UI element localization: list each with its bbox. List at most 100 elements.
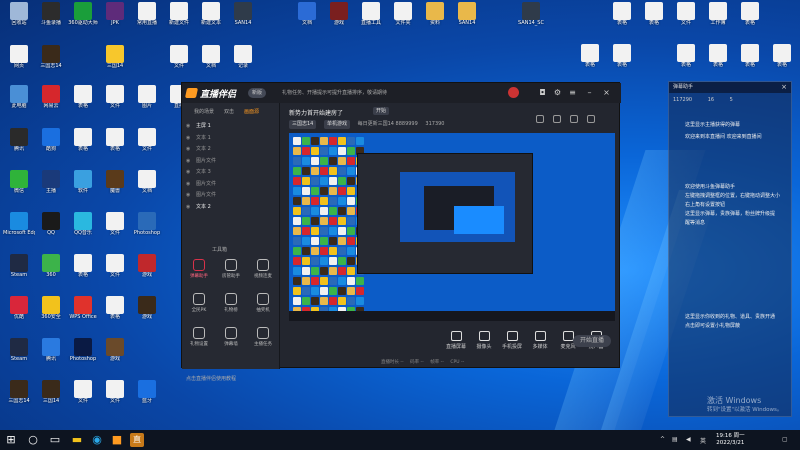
tool-item[interactable]: 弹幕助手 [184,259,214,287]
explorer-icon[interactable]: ▬ [70,433,84,447]
tool-item[interactable]: 视频连麦 [248,259,278,287]
scene-item[interactable]: ◉ 图片文件 [186,190,276,200]
desktop-icon[interactable]: Photoshop [67,338,99,372]
desktop-icon[interactable]: 360 [35,254,67,288]
tab-my-scenes[interactable]: 我的场景 [194,108,214,115]
tool-item[interactable]: 主播任务 [248,327,278,355]
avatar-icon[interactable] [508,87,519,98]
eye-icon[interactable]: ◉ [186,190,192,200]
desktop-icon[interactable]: 表格 [67,128,99,162]
app-icon[interactable]: ■ [110,433,124,447]
desktop-icon[interactable]: 文件 [99,380,131,414]
menu-icon[interactable]: ≡ [568,88,577,97]
tool-item[interactable]: 全民PK [184,293,214,321]
scene-item[interactable]: ◉ 文本 1 [186,133,276,143]
desktop-icon[interactable]: 记录 [227,45,259,79]
tool-item[interactable]: 礼物榜 [216,293,246,321]
language-indicator[interactable]: 英 [700,436,706,445]
scene-item[interactable]: ◉ 文本 3 [186,167,276,177]
desktop-icon[interactable]: 表格 [734,2,766,36]
scene-item[interactable]: ◉ 文本 2 [186,202,276,212]
desktop-icon[interactable]: 腾讯 [35,338,67,372]
desktop-icon[interactable]: 文件 [99,254,131,288]
desktop-icon[interactable]: 文件 [670,2,702,36]
desktop-icon[interactable]: 文件 [99,212,131,246]
task-view-icon[interactable]: ▭ [48,433,62,447]
tutorial-link[interactable]: 点击直播伴侣使用教程 [186,375,236,382]
desktop-icon[interactable]: 新建文件 [163,2,195,36]
start-live-button[interactable]: 开始直播 [573,335,611,347]
desktop-icon[interactable]: 360安全 [35,296,67,330]
version-badge[interactable]: 新版 [248,88,267,98]
desktop-icon[interactable]: 表格 [606,44,638,78]
desktop-icon[interactable]: 三国14 [35,380,67,414]
desktop-icon[interactable]: 网页 [3,45,35,79]
desktop-icon[interactable]: 三国志14 [35,45,67,79]
desktop-icon[interactable]: JPK [99,2,131,36]
desktop-icon[interactable]: 三国14 [99,45,131,79]
screen-icon[interactable] [553,115,561,123]
desktop-icon[interactable]: 表格 [670,44,702,78]
desktop-icon[interactable]: 360驱动大师 [67,2,99,36]
scene-item[interactable]: ◉ 图片文件 [186,156,276,166]
desktop-icon[interactable]: 文档 [291,2,323,36]
start-icon[interactable]: ⊞ [4,433,18,447]
source-control[interactable]: 多媒体 [525,331,555,350]
desktop-icon[interactable]: 游戏 [99,338,131,372]
desktop-icon[interactable]: Steam [3,338,35,372]
tool-item[interactable]: 弹幕墙 [216,327,246,355]
desktop-icon[interactable]: 工作簿 [702,2,734,36]
layout-icon[interactable] [570,115,578,123]
desktop-icon[interactable]: 游戏 [323,2,355,36]
desktop-icon[interactable]: Photoshop [131,212,163,246]
tool-item[interactable]: 抽奖机 [248,293,278,321]
desktop-icon[interactable]: SAN14 [451,2,483,36]
camera-icon[interactable] [536,115,544,123]
desktop-icon[interactable]: 表格 [99,296,131,330]
desktop-icon[interactable]: Microsoft Edge [3,212,35,246]
eye-icon[interactable]: ◉ [186,121,192,131]
desktop-icon[interactable]: 文件 [67,380,99,414]
desktop-icon[interactable]: Steam [3,254,35,288]
desktop-icon[interactable]: 文件 [99,85,131,119]
eye-icon[interactable]: ◉ [186,133,192,143]
desktop-icon[interactable]: 优酷 [3,296,35,330]
desktop-icon[interactable]: 表格 [99,128,131,162]
scene-item[interactable]: ◉ 文本 2 [186,144,276,154]
notification-icon[interactable]: ◘ [538,88,547,97]
settings-icon[interactable]: ⚙ [553,88,562,97]
desktop-icon[interactable]: 图片 [131,85,163,119]
desktop-icon[interactable]: 文件 [131,128,163,162]
desktop-icon[interactable]: 表格 [638,2,670,36]
desktop-icon[interactable]: 表格 [67,254,99,288]
desktop-icon[interactable]: 蓝牙 [131,380,163,414]
search-icon[interactable]: ○ [26,433,40,447]
stream-preview[interactable] [289,133,615,321]
eye-icon[interactable]: ◉ [186,202,192,212]
desktop-icon[interactable]: 文档 [131,170,163,204]
room-category[interactable]: 单机游戏 [323,120,350,129]
desktop-icon[interactable]: 文件 [163,45,195,79]
desktop-icon[interactable]: 三国志14 [3,380,35,414]
desktop-icon[interactable]: 常用直播 [131,2,163,36]
desktop-icon[interactable]: 斗鱼录播 [35,2,67,36]
desktop-icon[interactable]: QQ音乐 [67,212,99,246]
volume-icon[interactable]: ◀ [686,436,691,443]
desktop-icon[interactable]: 文档 [195,45,227,79]
desktop-icon[interactable]: 主播 [35,170,67,204]
desktop-icon[interactable]: 表格 [606,2,638,36]
close-icon[interactable]: × [602,88,611,97]
desktop-icon[interactable]: 微信 [3,170,35,204]
eye-icon[interactable]: ◉ [186,167,192,177]
tool-item[interactable]: 礼物设置 [184,327,214,355]
desktop-icon[interactable]: 网易云 [35,85,67,119]
desktop-icon[interactable]: 表格 [67,85,99,119]
desktop-icon[interactable]: SAN14 [227,2,259,36]
eye-icon[interactable]: ◉ [186,179,192,189]
minimize-icon[interactable]: – [585,88,594,97]
tool-item[interactable]: 房管助手 [216,259,246,287]
clock[interactable]: 19:16 周一 2022/3/21 [716,433,745,447]
desktop-icon[interactable]: 腾讯 [3,128,35,162]
eye-icon[interactable]: ◉ [186,156,192,166]
scene-item[interactable]: ◉ 图片文件 [186,179,276,189]
